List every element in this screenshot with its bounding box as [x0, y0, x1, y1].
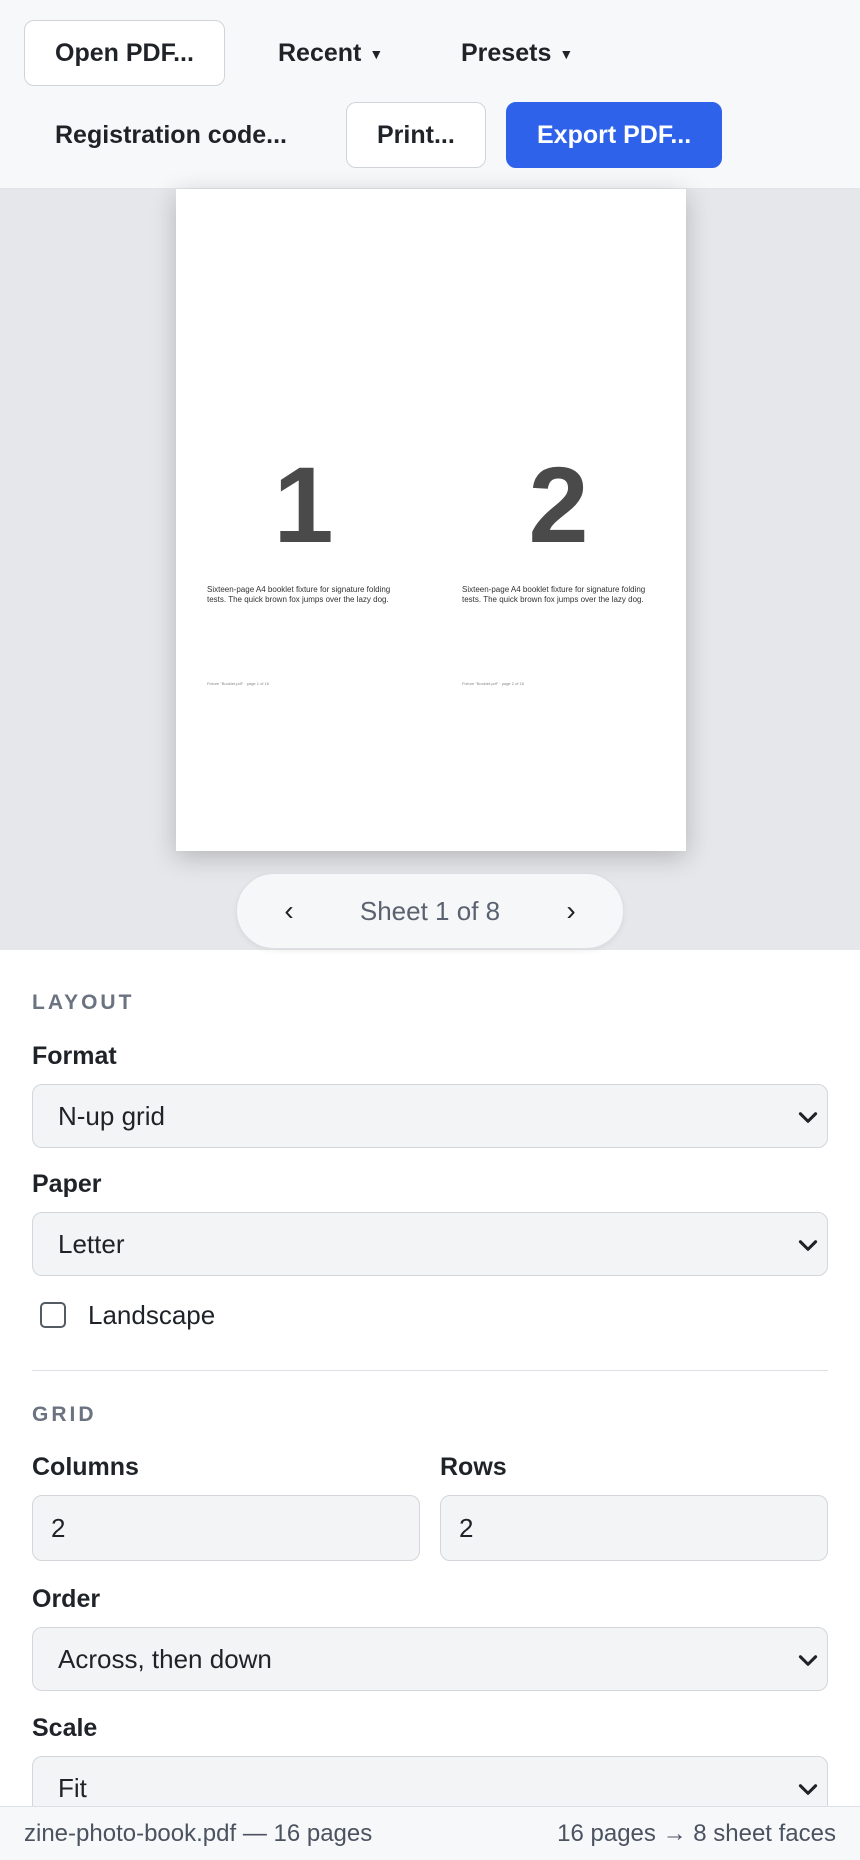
chevron-down-icon	[798, 1240, 818, 1251]
sheet-preview: 1 Sixteen-page A4 booklet fixture for si…	[176, 189, 686, 851]
landscape-checkbox[interactable]	[40, 1302, 66, 1328]
paper-label: Paper	[32, 1170, 102, 1198]
paper-value: Letter	[58, 1229, 125, 1259]
chevron-down-icon	[798, 1655, 818, 1666]
presets-label: Presets	[461, 39, 552, 67]
order-label: Order	[32, 1585, 101, 1613]
page-footer: Fixture "Booklet.pdf" · page 1 of 16	[207, 681, 269, 686]
format-value: N-up grid	[58, 1101, 165, 1131]
status-bar: zine-photo-book.pdf — 16 pages 16 pages …	[0, 1806, 860, 1860]
next-sheet-button[interactable]: ›	[551, 874, 591, 948]
dropdown-caret-icon: ▼	[559, 46, 574, 63]
sheet-indicator: Sheet 1 of 8	[359, 896, 501, 926]
preview-area: 1 Sixteen-page A4 booklet fixture for si…	[0, 189, 860, 950]
preview-page: 1 Sixteen-page A4 booklet fixture for si…	[176, 189, 431, 851]
prev-sheet-button[interactable]: ‹	[269, 874, 309, 948]
page-body-text: Sixteen-page A4 booklet fixture for sign…	[207, 585, 391, 604]
export-pdf-label: Export PDF...	[537, 121, 692, 149]
chevron-down-icon	[798, 1112, 818, 1123]
section-divider	[32, 1370, 828, 1371]
chevron-down-icon	[798, 1784, 818, 1795]
presets-menu-button[interactable]: Presets ▼	[430, 20, 604, 86]
file-info: zine-photo-book.pdf — 16 pages	[24, 1820, 373, 1847]
page-number: 1	[273, 444, 334, 565]
page-number: 2	[528, 444, 589, 565]
layout-section-heading: LAYOUT	[32, 991, 135, 1014]
format-select[interactable]: N-up grid	[32, 1084, 828, 1148]
registration-code-button[interactable]: Registration code...	[24, 102, 318, 168]
sheet-pager: ‹ Sheet 1 of 8 ›	[236, 873, 624, 949]
recent-menu-button[interactable]: Recent ▼	[247, 20, 414, 86]
scale-label: Scale	[32, 1714, 98, 1742]
grid-section-heading: GRID	[32, 1403, 97, 1426]
open-pdf-label: Open PDF...	[55, 39, 194, 67]
toolbar: Open PDF... Recent ▼ Presets ▼ Registratio…	[0, 0, 860, 189]
landscape-label[interactable]: Landscape	[88, 1300, 215, 1331]
rows-label: Rows	[440, 1453, 507, 1481]
sheet-count-info: 16 pages → 8 sheet faces	[557, 1820, 836, 1847]
recent-label: Recent	[278, 39, 362, 67]
open-pdf-button[interactable]: Open PDF...	[24, 20, 225, 86]
paper-select[interactable]: Letter	[32, 1212, 828, 1276]
rows-input[interactable]: 2	[440, 1495, 828, 1561]
dropdown-caret-icon: ▼	[369, 46, 384, 63]
order-value: Across, then down	[58, 1644, 272, 1674]
registration-label: Registration code...	[55, 121, 287, 149]
format-label: Format	[32, 1042, 117, 1070]
columns-input[interactable]: 2	[32, 1495, 420, 1561]
print-button[interactable]: Print...	[346, 102, 486, 168]
columns-label: Columns	[32, 1453, 139, 1481]
export-pdf-button[interactable]: Export PDF...	[506, 102, 723, 168]
page-footer: Fixture "Booklet.pdf" · page 2 of 16	[462, 681, 524, 686]
page-body-text: Sixteen-page A4 booklet fixture for sign…	[462, 585, 646, 604]
print-label: Print...	[377, 121, 455, 149]
order-select[interactable]: Across, then down	[32, 1627, 828, 1691]
preview-page: 2 Sixteen-page A4 booklet fixture for si…	[431, 189, 686, 851]
